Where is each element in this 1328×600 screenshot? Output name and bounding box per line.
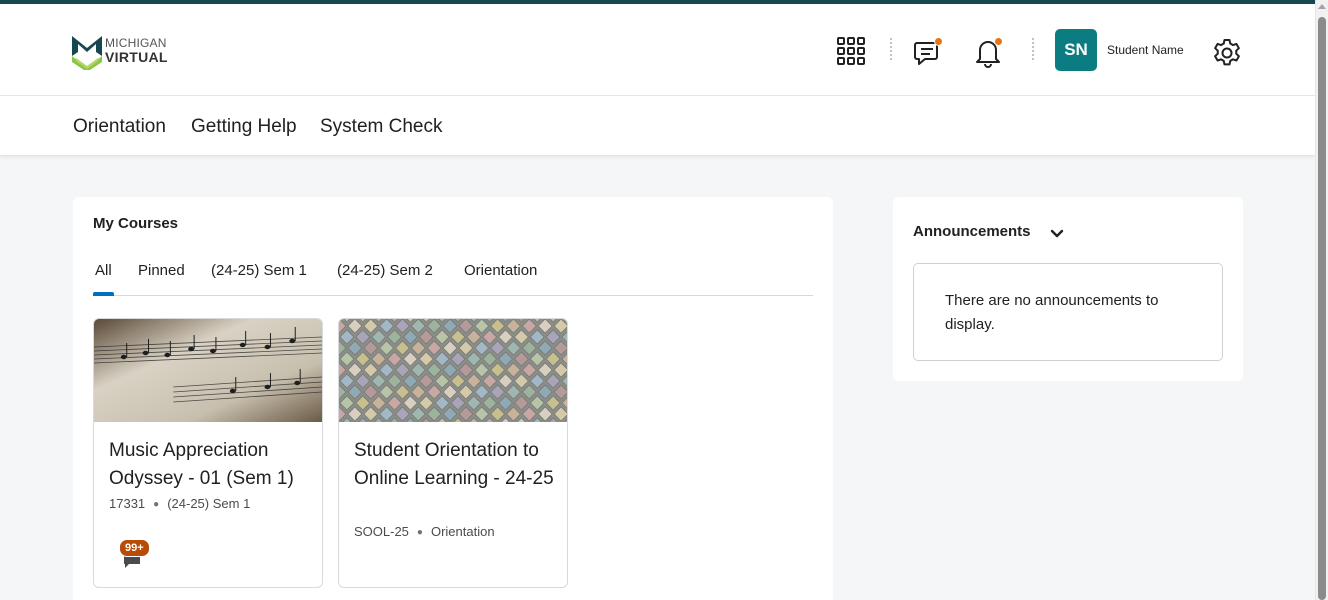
announcements-box: There are no announcements to display. bbox=[913, 263, 1223, 361]
course-semester: (24-25) Sem 1 bbox=[167, 496, 251, 511]
course-title[interactable]: Music Appreciation Odyssey - 01 (Sem 1) bbox=[109, 437, 314, 493]
panel-title: My Courses bbox=[93, 215, 179, 232]
bullet-separator: ● bbox=[153, 499, 160, 510]
nav-item-system-check[interactable]: System Check bbox=[320, 116, 442, 138]
navbar: Orientation Getting Help System Check bbox=[0, 96, 1315, 156]
active-tab-indicator bbox=[93, 292, 114, 296]
notifications-dot bbox=[994, 37, 1003, 46]
bullet-separator: ● bbox=[416, 527, 423, 538]
course-code: 17331 bbox=[109, 496, 146, 511]
nav-item-getting-help[interactable]: Getting Help bbox=[191, 116, 297, 138]
bell-icon[interactable] bbox=[970, 34, 1006, 70]
logo-line-1: MICHIGAN bbox=[105, 35, 167, 50]
course-image-sheet-music bbox=[94, 319, 322, 422]
badge-count: 99+ bbox=[119, 539, 150, 557]
course-card-music[interactable]: Music Appreciation Odyssey - 01 (Sem 1) … bbox=[93, 318, 323, 588]
user-name[interactable]: Student Name bbox=[1107, 43, 1184, 57]
announcements-empty-text: There are no announcements to display. bbox=[945, 292, 1159, 333]
grid-icon[interactable] bbox=[835, 36, 867, 66]
discussion-badge[interactable]: 99+ bbox=[119, 539, 159, 569]
course-code: SOOL-25 bbox=[354, 524, 409, 539]
tab-pinned[interactable]: Pinned bbox=[138, 262, 185, 279]
announcements-panel: Announcements There are no announcements… bbox=[893, 197, 1243, 381]
nav-item-orientation[interactable]: Orientation bbox=[73, 116, 166, 138]
header-separator bbox=[1032, 38, 1034, 62]
course-semester: Orientation bbox=[430, 524, 495, 539]
michigan-virtual-logo-icon bbox=[72, 36, 102, 70]
gear-icon[interactable] bbox=[1210, 36, 1244, 70]
logo[interactable]: MICHIGAN VIRTUAL bbox=[72, 30, 168, 70]
tab-all[interactable]: All bbox=[95, 262, 112, 279]
announcements-title: Announcements bbox=[913, 223, 1031, 240]
tab-sem-1[interactable]: (24-25) Sem 1 bbox=[211, 262, 307, 279]
avatar[interactable]: SN bbox=[1055, 29, 1097, 71]
course-meta: 17331 ● (24-25) Sem 1 bbox=[109, 496, 250, 511]
header-separator bbox=[890, 38, 892, 62]
chevron-down-icon[interactable] bbox=[1048, 224, 1066, 242]
tab-sem-2[interactable]: (24-25) Sem 2 bbox=[337, 262, 433, 279]
course-title[interactable]: Student Orientation to Online Learning -… bbox=[354, 437, 559, 493]
messages-notification-dot bbox=[934, 37, 943, 46]
scrollbar[interactable] bbox=[1315, 0, 1328, 600]
course-tabs: All Pinned (24-25) Sem 1 (24-25) Sem 2 O… bbox=[93, 257, 813, 296]
tab-orientation[interactable]: Orientation bbox=[464, 262, 537, 279]
tab-label: All bbox=[95, 262, 112, 279]
scroll-up-arrow-icon[interactable] bbox=[1318, 4, 1326, 9]
header: MICHIGAN VIRTUAL SN Student Name bbox=[0, 4, 1315, 96]
my-courses-panel: My Courses All Pinned (24-25) Sem 1 (24-… bbox=[73, 197, 833, 600]
course-card-orientation[interactable]: Student Orientation to Online Learning -… bbox=[338, 318, 568, 588]
course-meta: SOOL-25 ● Orientation bbox=[354, 524, 495, 539]
chat-icon[interactable] bbox=[910, 34, 946, 70]
logo-line-2: VIRTUAL bbox=[105, 48, 168, 65]
scroll-thumb[interactable] bbox=[1318, 17, 1326, 600]
course-image-pastel-tiles bbox=[339, 319, 567, 422]
